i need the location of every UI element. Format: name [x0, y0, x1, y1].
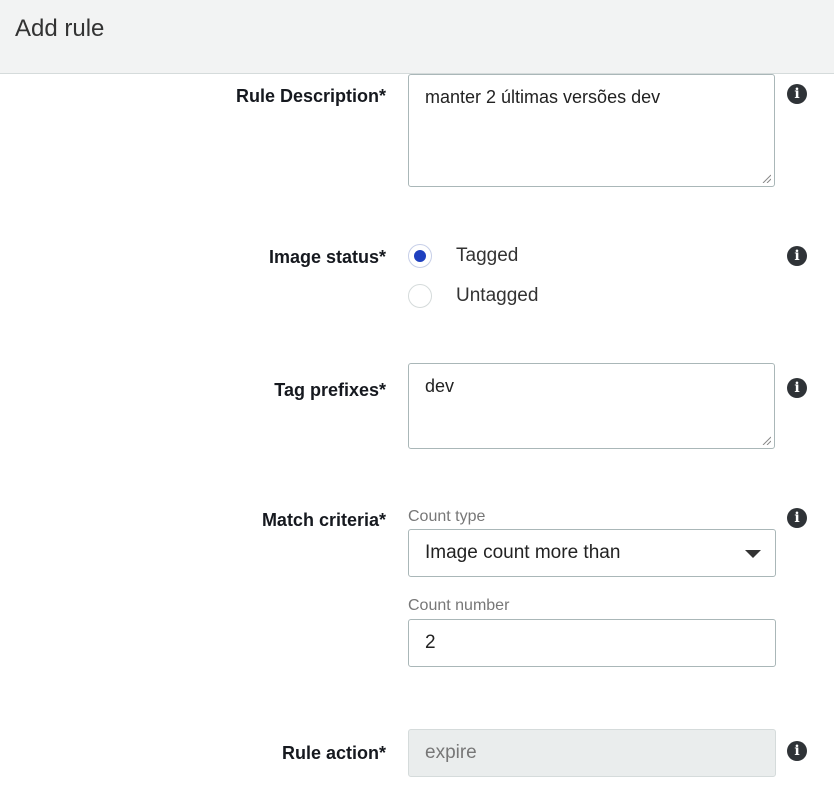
info-icon[interactable]: i [787, 378, 807, 398]
info-icon[interactable]: i [787, 741, 807, 761]
radio-tagged-label[interactable]: Tagged [456, 245, 518, 267]
radio-untagged-label[interactable]: Untagged [456, 285, 538, 307]
rule-description-value: manter 2 últimas versões dev [425, 87, 661, 107]
tag-prefixes-textarea[interactable]: dev [408, 363, 775, 449]
rule-action-input: expire [408, 729, 776, 777]
radio-untagged[interactable] [408, 284, 432, 308]
image-status-label: Image status* [268, 247, 386, 267]
resize-grip-icon[interactable] [761, 435, 771, 445]
dialog-title: Add rule [15, 15, 105, 42]
count-number-label: Count number [408, 597, 510, 614]
dialog-header: Add rule [0, 0, 834, 74]
rule-action-value: expire [425, 742, 477, 763]
tag-prefixes-value: dev [425, 376, 455, 396]
rule-action-label: Rule action* [281, 743, 386, 763]
count-number-value: 2 [425, 632, 436, 653]
count-type-select[interactable]: Image count more than [408, 529, 776, 577]
radio-tagged[interactable] [408, 244, 432, 268]
info-icon[interactable]: i [787, 84, 807, 104]
caret-down-icon [745, 550, 761, 558]
tag-prefixes-label: Tag prefixes* [274, 380, 386, 400]
info-icon[interactable]: i [787, 246, 807, 266]
info-icon[interactable]: i [787, 508, 807, 528]
rule-description-textarea[interactable]: manter 2 últimas versões dev [408, 74, 775, 187]
count-number-input[interactable]: 2 [408, 619, 776, 667]
count-type-label: Count type [408, 508, 486, 525]
rule-description-label: Rule Description* [235, 86, 386, 106]
count-type-value: Image count more than [425, 542, 621, 563]
match-criteria-label: Match criteria* [261, 510, 386, 530]
resize-grip-icon[interactable] [761, 173, 771, 183]
